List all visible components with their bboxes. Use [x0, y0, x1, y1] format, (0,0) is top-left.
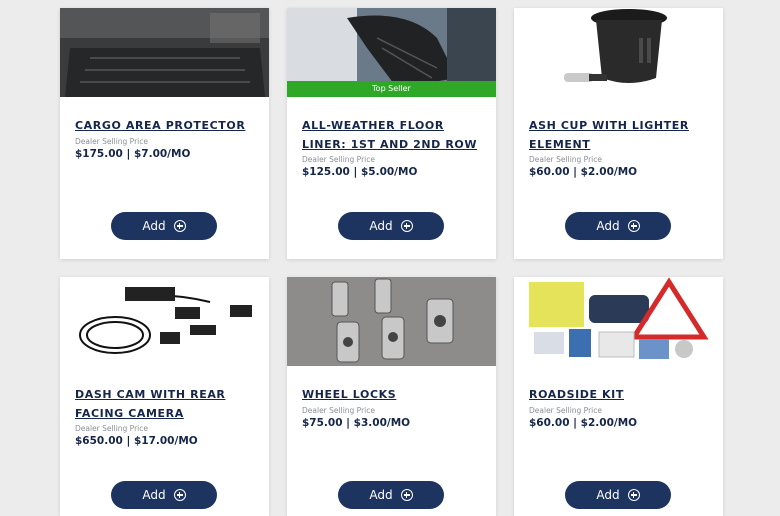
plus-circle-icon [173, 489, 186, 501]
product-title[interactable]: ALL-WEATHER FLOOR LINER: 1ST AND 2ND ROW [302, 116, 487, 154]
product-image[interactable]: Top Seller [287, 8, 496, 97]
product-card: ASH CUP WITH LIGHTER ELEMENT Dealer Sell… [514, 8, 723, 259]
price-label: Dealer Selling Price [75, 137, 148, 146]
product-grid: CARGO AREA PROTECTOR Dealer Selling Pric… [0, 0, 780, 516]
product-image[interactable] [514, 277, 723, 366]
product-title[interactable]: ASH CUP WITH LIGHTER ELEMENT [529, 116, 714, 154]
product-image[interactable] [514, 8, 723, 97]
product-image[interactable] [287, 277, 496, 366]
price-label: Dealer Selling Price [529, 155, 602, 164]
add-button[interactable]: Add [111, 481, 217, 509]
top-seller-badge: Top Seller [287, 81, 496, 97]
add-button-label: Add [369, 488, 393, 502]
plus-circle-icon [627, 220, 640, 232]
price-label: Dealer Selling Price [302, 155, 375, 164]
add-button-label: Add [142, 219, 166, 233]
product-price: $75.00 | $3.00/MO [302, 417, 411, 429]
product-price: $650.00 | $17.00/MO [75, 435, 198, 447]
product-image[interactable] [60, 277, 269, 366]
product-card: CARGO AREA PROTECTOR Dealer Selling Pric… [60, 8, 269, 259]
product-card: DASH CAM WITH REAR FACING CAMERA Dealer … [60, 277, 269, 516]
add-button[interactable]: Add [111, 212, 217, 240]
add-button-label: Add [596, 219, 620, 233]
plus-circle-icon [173, 220, 186, 232]
add-button[interactable]: Add [565, 212, 671, 240]
product-image[interactable] [60, 8, 269, 97]
product-title[interactable]: CARGO AREA PROTECTOR [75, 116, 260, 135]
price-label: Dealer Selling Price [529, 406, 602, 415]
product-price: $125.00 | $5.00/MO [302, 166, 418, 178]
plus-circle-icon [400, 489, 413, 501]
product-title[interactable]: ROADSIDE KIT [529, 385, 714, 404]
plus-circle-icon [400, 220, 413, 232]
price-label: Dealer Selling Price [302, 406, 375, 415]
plus-circle-icon [627, 489, 640, 501]
product-card: Top Seller ALL-WEATHER FLOOR LINER: 1ST … [287, 8, 496, 259]
product-title[interactable]: WHEEL LOCKS [302, 385, 487, 404]
add-button-label: Add [596, 488, 620, 502]
add-button[interactable]: Add [338, 481, 444, 509]
product-title[interactable]: DASH CAM WITH REAR FACING CAMERA [75, 385, 260, 423]
product-price: $60.00 | $2.00/MO [529, 417, 638, 429]
product-price: $175.00 | $7.00/MO [75, 148, 191, 160]
price-label: Dealer Selling Price [75, 424, 148, 433]
product-price: $60.00 | $2.00/MO [529, 166, 638, 178]
product-card: WHEEL LOCKS Dealer Selling Price $75.00 … [287, 277, 496, 516]
add-button-label: Add [142, 488, 166, 502]
add-button-label: Add [369, 219, 393, 233]
add-button[interactable]: Add [565, 481, 671, 509]
product-card: ROADSIDE KIT Dealer Selling Price $60.00… [514, 277, 723, 516]
add-button[interactable]: Add [338, 212, 444, 240]
